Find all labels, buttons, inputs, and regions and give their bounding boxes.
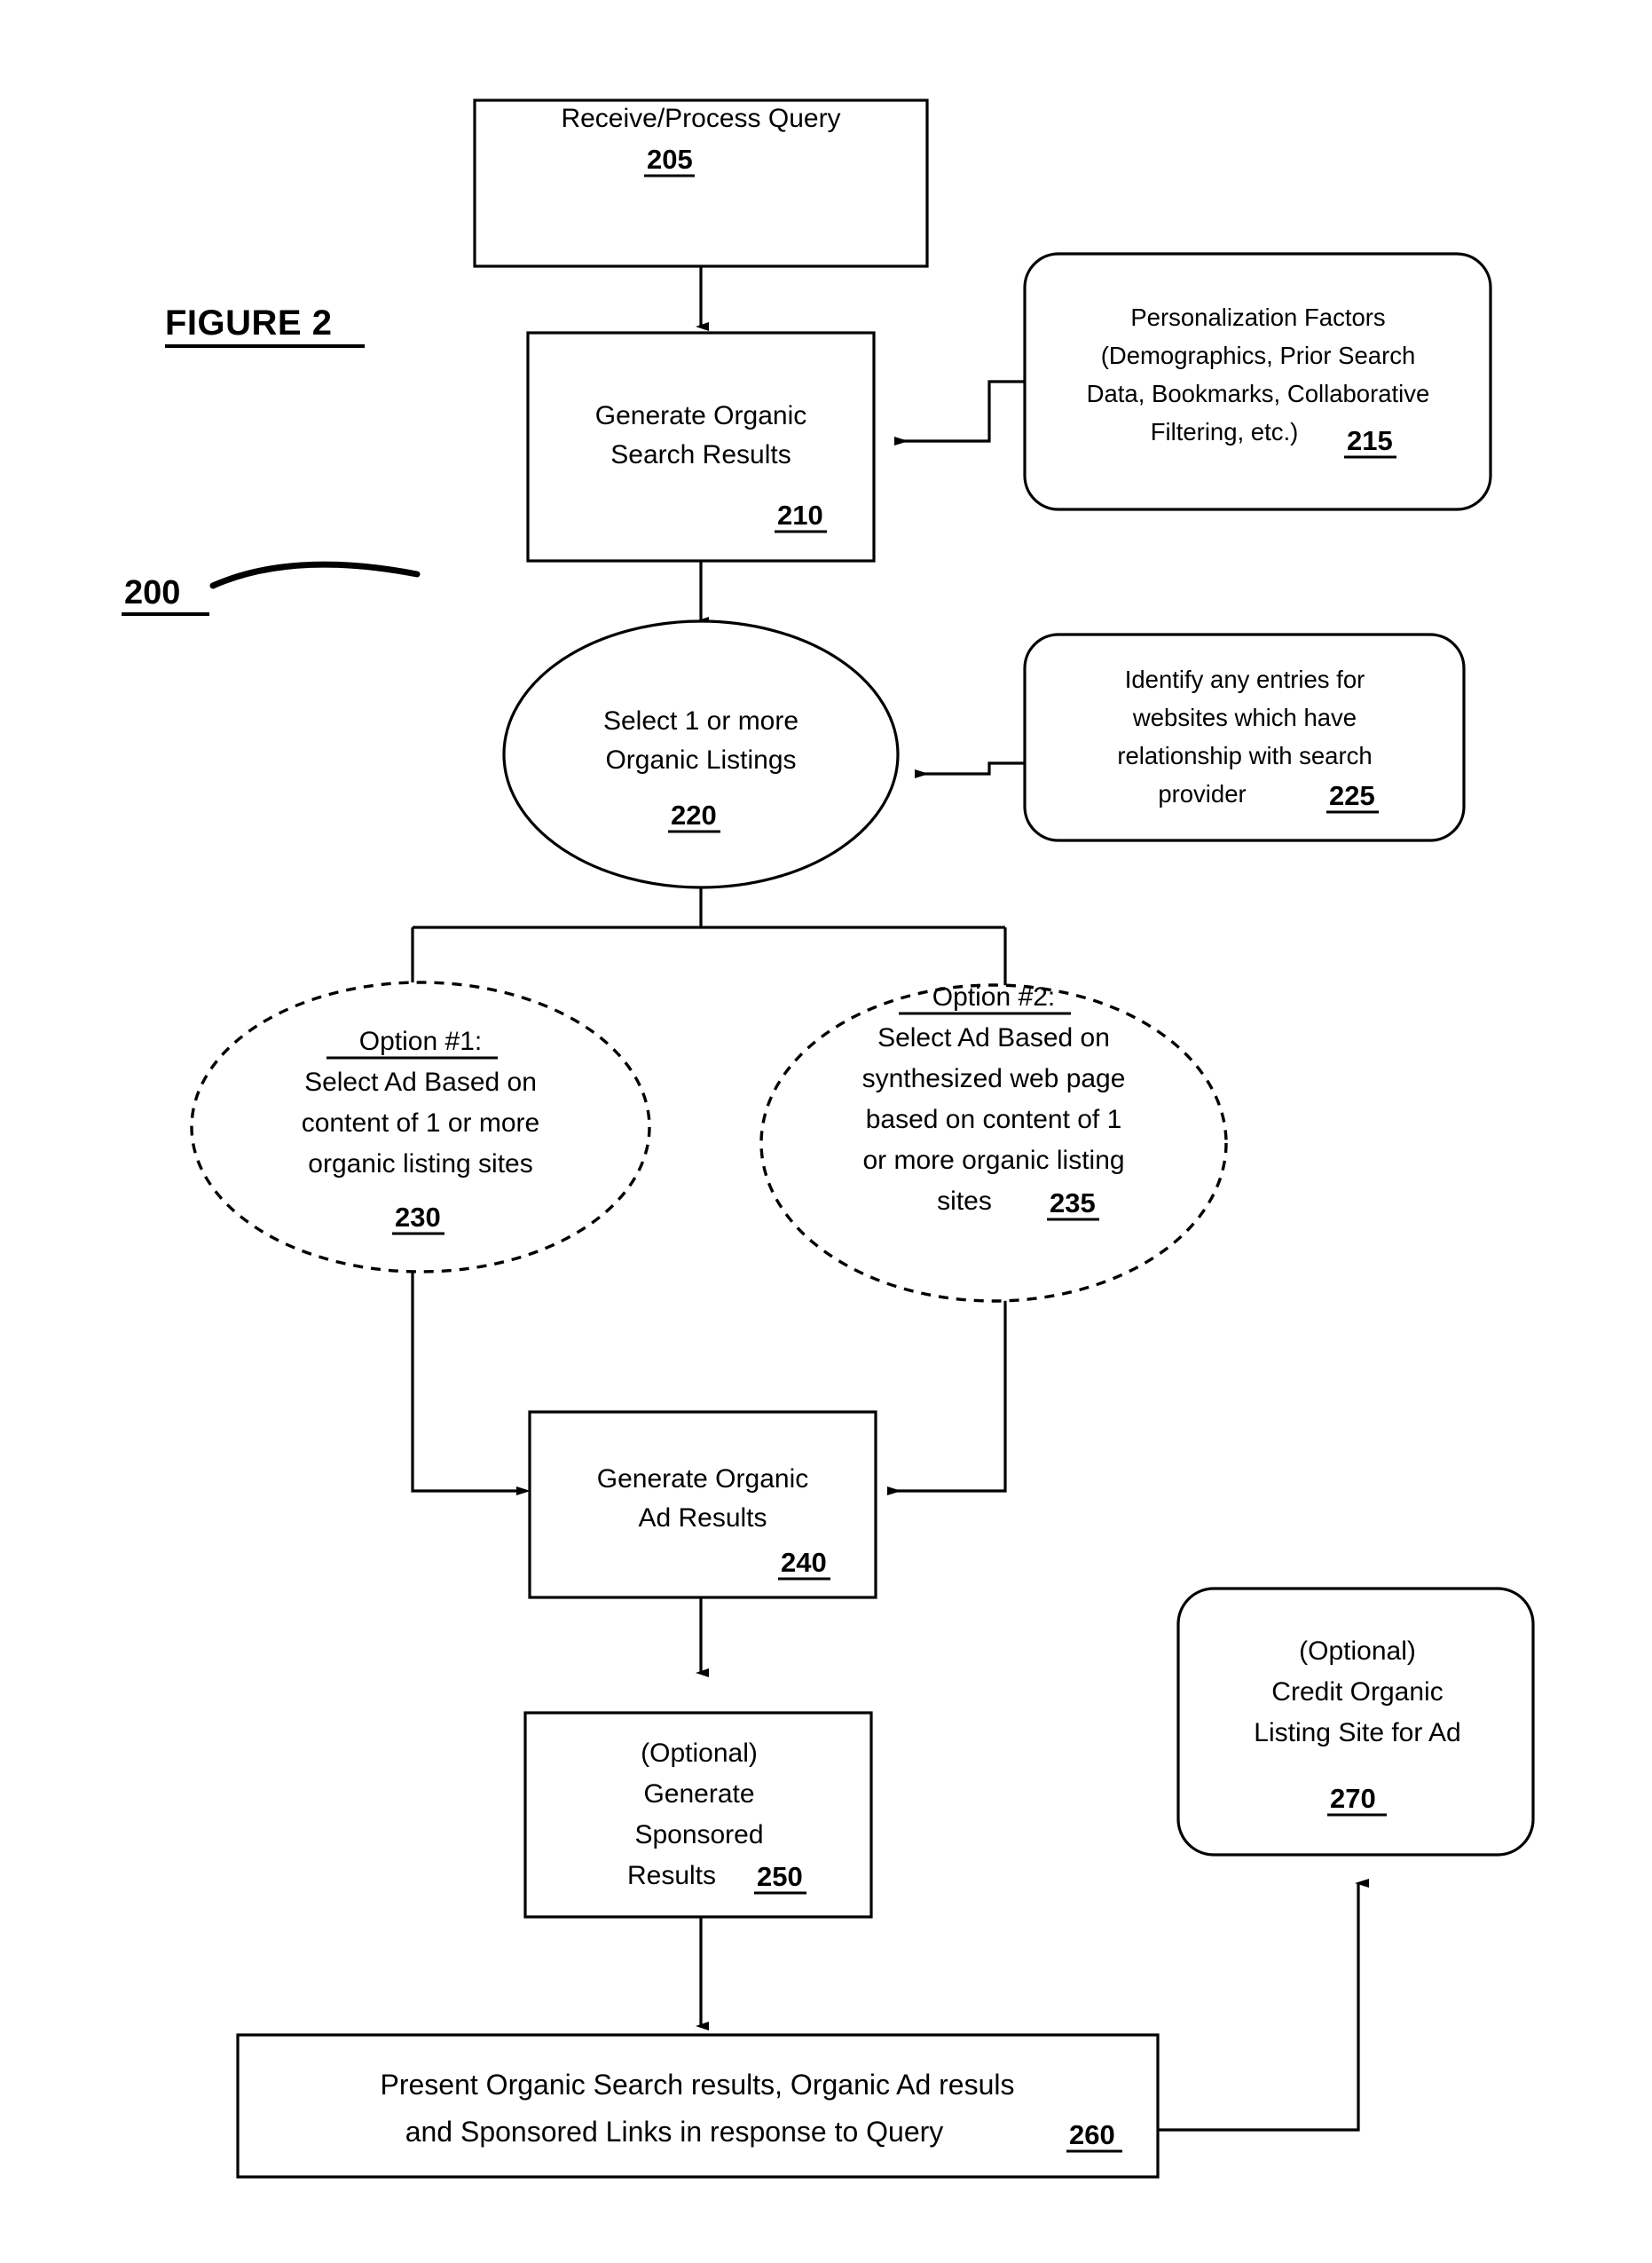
- node-250-ref: 250: [757, 1861, 803, 1892]
- node-generate-organic-ad-results[interactable]: Generate Organic Ad Results 240: [528, 1410, 877, 1599]
- node-230-line-3: organic listing sites: [308, 1149, 532, 1179]
- node-240-line-1: Generate Organic: [597, 1464, 808, 1494]
- connector-230-to-240: [411, 1272, 531, 1495]
- figure-label: FIGURE 2: [165, 304, 365, 348]
- node-205-ref: 205: [647, 144, 693, 175]
- node-250-line-4: Results: [627, 1861, 716, 1890]
- node-215-line-4: Filtering, etc.): [1151, 418, 1299, 446]
- node-225-line-4: provider: [1158, 780, 1246, 808]
- node-select-organic-listings[interactable]: Select 1 or more Organic Listings 220: [502, 619, 900, 889]
- node-230-heading: Option #1:: [359, 1027, 482, 1056]
- connector-235-to-240: [887, 1300, 1007, 1495]
- node-220-line-2: Organic Listings: [605, 745, 796, 775]
- connector-225-to-220: [915, 761, 1025, 778]
- node-225-line-3: relationship with search: [1117, 742, 1372, 769]
- node-receive-process-query[interactable]: Receive/Process Query 205: [473, 99, 929, 268]
- process-ref-200-text: 200: [124, 574, 180, 611]
- node-235-line-3: based on content of 1: [866, 1105, 1122, 1134]
- node-205-line-1: Receive/Process Query: [561, 104, 840, 133]
- node-generate-organic-search-results[interactable]: Generate Organic Search Results 210: [526, 331, 876, 563]
- node-235-line-4: or more organic listing: [862, 1146, 1124, 1175]
- node-270-line-3: Listing Site for Ad: [1254, 1718, 1460, 1747]
- node-235-heading: Option #2:: [932, 982, 1055, 1012]
- node-present-results[interactable]: Present Organic Search results, Organic …: [236, 2033, 1160, 2179]
- node-option-2[interactable]: Option #2: Select Ad Based on synthesize…: [759, 982, 1228, 1303]
- node-personalization-factors[interactable]: Personalization Factors (Demographics, P…: [1023, 252, 1492, 511]
- node-option-1[interactable]: Option #1: Select Ad Based on content of…: [190, 981, 651, 1273]
- node-230-ref: 230: [395, 1202, 441, 1233]
- node-identify-entries[interactable]: Identify any entries for websites which …: [1023, 633, 1466, 842]
- connector-260-to-270: [1158, 1879, 1369, 2132]
- node-225-line-1: Identify any entries for: [1125, 666, 1365, 693]
- node-270-ref: 270: [1330, 1783, 1376, 1814]
- node-260-line-2: and Sponsored Links in response to Query: [405, 2116, 944, 2148]
- node-220-line-1: Select 1 or more: [603, 706, 798, 736]
- node-220-ref: 220: [671, 800, 717, 831]
- figure-2-flowchart: FIGURE 2 200 Receive/Process Query 205 G…: [0, 0, 1652, 2263]
- node-215-ref: 215: [1347, 425, 1393, 456]
- node-210-line-2: Search Results: [610, 440, 791, 469]
- node-230-line-2: content of 1 or more: [302, 1108, 539, 1138]
- node-260-ref: 260: [1069, 2119, 1115, 2150]
- node-generate-sponsored-results[interactable]: (Optional) Generate Sponsored Results 25…: [523, 1711, 873, 1919]
- node-210-line-1: Generate Organic: [595, 401, 806, 430]
- node-235-ref: 235: [1050, 1187, 1096, 1218]
- node-credit-organic-listing-site[interactable]: (Optional) Credit Organic Listing Site f…: [1176, 1587, 1535, 1857]
- node-250-line-3: Sponsored: [634, 1820, 763, 1849]
- process-ref-200-arc: [209, 561, 421, 589]
- process-ref-200: 200: [122, 561, 421, 616]
- node-270-line-1: (Optional): [1299, 1636, 1416, 1666]
- node-215-line-3: Data, Bookmarks, Collaborative: [1087, 380, 1430, 407]
- connector-215-to-210: [894, 380, 1025, 446]
- node-235-line-2: synthesized web page: [862, 1064, 1126, 1093]
- figure-label-text: FIGURE 2: [165, 304, 332, 343]
- flowchart-canvas: FIGURE 2 200 Receive/Process Query 205 G…: [122, 99, 1535, 2179]
- node-250-line-2: Generate: [643, 1779, 754, 1809]
- node-235-line-5: sites: [937, 1187, 992, 1216]
- node-210-ref: 210: [777, 500, 823, 531]
- node-240-ref: 240: [781, 1547, 827, 1578]
- node-270-line-2: Credit Organic: [1271, 1677, 1443, 1707]
- node-240-line-2: Ad Results: [638, 1503, 767, 1533]
- node-225-line-2: websites which have: [1132, 704, 1357, 731]
- node-250-line-1: (Optional): [641, 1739, 758, 1768]
- node-235-line-1: Select Ad Based on: [877, 1023, 1110, 1053]
- node-260-line-1: Present Organic Search results, Organic …: [381, 2069, 1015, 2101]
- node-215-line-2: (Demographics, Prior Search: [1101, 342, 1416, 369]
- node-230-line-1: Select Ad Based on: [304, 1068, 537, 1097]
- node-225-ref: 225: [1329, 780, 1375, 811]
- node-260-box[interactable]: [236, 2033, 1160, 2179]
- node-215-line-1: Personalization Factors: [1130, 304, 1385, 331]
